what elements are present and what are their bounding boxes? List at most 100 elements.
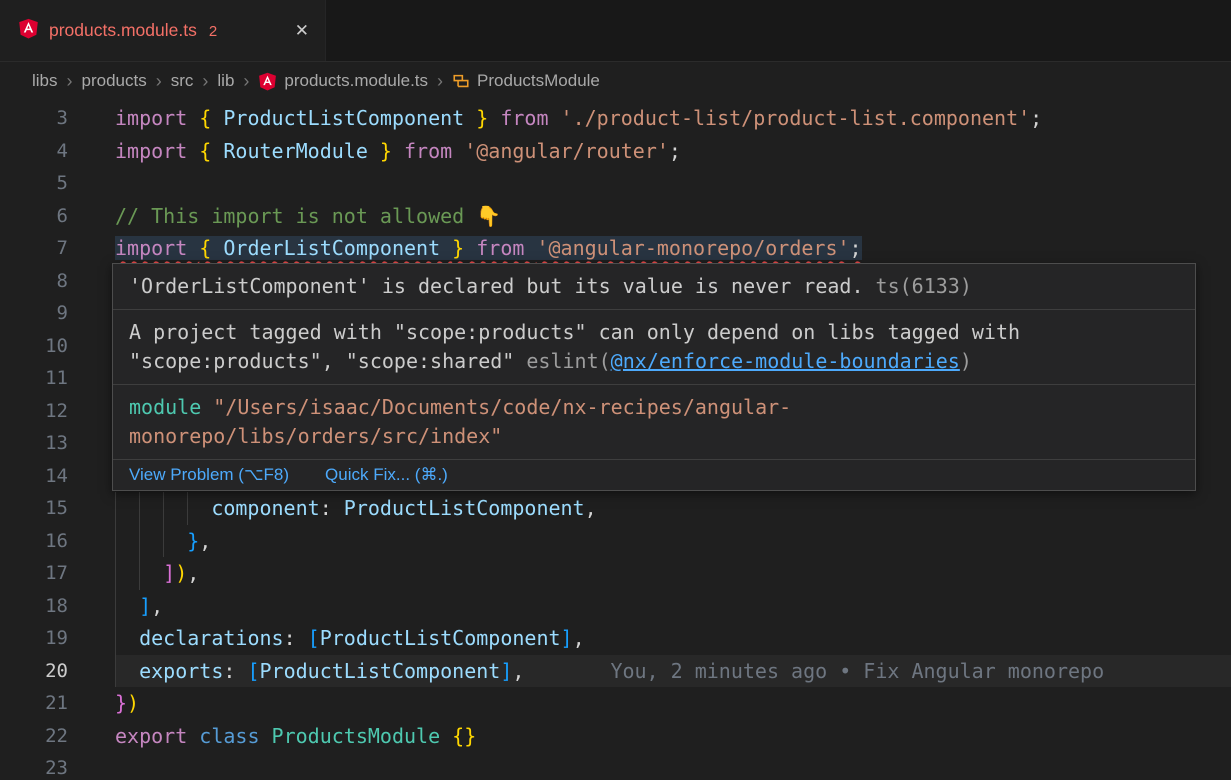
code-token: import [115, 106, 199, 130]
code-token: from [392, 139, 464, 163]
hover-popup: 'OrderListComponent' is declared but its… [112, 263, 1196, 491]
breadcrumb-item-products-module-ts[interactable]: products.module.ts [258, 71, 428, 91]
code-line[interactable]: import { OrderListComponent } from '@ang… [115, 232, 1231, 265]
code-token: 👇 [476, 204, 501, 228]
code-token: ProductListComponent [344, 496, 585, 520]
code-line-text: exports: [ProductListComponent], [139, 659, 524, 683]
code-line[interactable] [115, 752, 1231, 780]
code-line[interactable]: import { RouterModule } from '@angular/r… [115, 135, 1231, 168]
line-number: 6 [0, 200, 68, 233]
code-line[interactable]: ]), [115, 557, 1231, 590]
breadcrumb-item-src[interactable]: src [171, 71, 194, 91]
code-token: , [151, 594, 163, 618]
code-token: {} [452, 724, 476, 748]
indent-guide [115, 492, 139, 525]
code-token: ] [163, 561, 175, 585]
code-line-text: import { RouterModule } from '@angular/r… [115, 139, 681, 163]
code-line[interactable]: }) [115, 687, 1231, 720]
breadcrumb-item-lib[interactable]: lib [217, 71, 234, 91]
code-token: , [512, 659, 524, 683]
code-line[interactable]: declarations: [ProductListComponent], [115, 622, 1231, 655]
code-token: : [320, 496, 344, 520]
code-token: '@angular-monorepo/orders' [536, 236, 849, 260]
tab-products-module[interactable]: products.module.ts 2 ✕ [0, 0, 326, 61]
code-token: from [488, 106, 560, 130]
code-token: import [115, 236, 199, 260]
code-line-text: import { OrderListComponent } from '@ang… [115, 236, 862, 260]
line-number: 20 [0, 655, 68, 688]
code-token: ) [175, 561, 187, 585]
gutter[interactable]: 34567891011121314151617181920212223 [0, 102, 68, 780]
tab-bar: products.module.ts 2 ✕ [0, 0, 1231, 62]
code-line[interactable]: ], [115, 590, 1231, 623]
code-line-text: }) [115, 691, 139, 715]
code-token: ProductListComponent [211, 106, 476, 130]
breadcrumb-item-libs[interactable]: libs [32, 71, 58, 91]
tab-title: products.module.ts [49, 20, 197, 41]
indent-guide [115, 590, 139, 623]
code-token: } [452, 236, 464, 260]
code-line-text: declarations: [ProductListComponent], [139, 626, 585, 650]
quick-fix-link[interactable]: Quick Fix... (⌘.) [325, 464, 448, 486]
code-token: ] [500, 659, 512, 683]
breadcrumb-label: products [82, 71, 147, 91]
code-line-text: ], [139, 594, 163, 618]
code-line[interactable]: component: ProductListComponent, [115, 492, 1231, 525]
breadcrumb-separator-icon: › [437, 71, 443, 92]
breadcrumb-separator-icon: › [156, 71, 162, 92]
indent-guide [115, 525, 139, 558]
code-token: } [380, 139, 392, 163]
view-problem-link[interactable]: View Problem (⌥F8) [129, 464, 289, 486]
code-line-text: ]), [163, 561, 199, 585]
breadcrumb-label: src [171, 71, 194, 91]
code-token: , [187, 561, 199, 585]
code-line[interactable]: exports: [ProductListComponent], You, 2 m… [115, 655, 1231, 688]
code-token: declarations [139, 626, 284, 650]
git-blame-annotation: You, 2 minutes ago • Fix Angular monorep… [610, 659, 1104, 683]
code-line[interactable]: // This import is not allowed 👇 [115, 200, 1231, 233]
breadcrumb-item-productsmodule[interactable]: ProductsModule [452, 71, 600, 91]
editor[interactable]: 34567891011121314151617181920212223 impo… [0, 100, 1231, 780]
code-line[interactable]: export class ProductsModule {} [115, 720, 1231, 753]
line-number: 3 [0, 102, 68, 135]
hover-module-info: module"/Users/isaac/Documents/code/nx-re… [113, 385, 1195, 460]
breadcrumb-label: libs [32, 71, 58, 91]
indent-guide [163, 525, 187, 558]
hover-actions: View Problem (⌥F8) Quick Fix... (⌘.) [113, 460, 1195, 490]
code-line-text: }, [187, 529, 211, 553]
breadcrumb-item-products[interactable]: products [82, 71, 147, 91]
code-token: , [585, 496, 597, 520]
code-token: from [464, 236, 536, 260]
module-path-line1: module"/Users/isaac/Documents/code/nx-re… [129, 393, 1179, 422]
code-token: , [573, 626, 585, 650]
indent-guide [139, 492, 163, 525]
code-token: ] [139, 594, 151, 618]
code-token: ; [1030, 106, 1042, 130]
eslint-rule-link[interactable]: @nx/enforce-module-boundaries [611, 349, 960, 373]
line-number: 18 [0, 590, 68, 623]
line-number: 4 [0, 135, 68, 168]
code-line-text: import { ProductListComponent } from './… [115, 106, 1042, 130]
module-path-line2: monorepo/libs/orders/src/index" [129, 422, 1179, 451]
ts-diagnostic-code: ts(6133) [876, 274, 972, 298]
code-line-text: export class ProductsModule {} [115, 724, 476, 748]
code-token: ) [127, 691, 139, 715]
indent-guide [139, 525, 163, 558]
line-number: 17 [0, 557, 68, 590]
indent-guide [163, 492, 187, 525]
code-line[interactable] [115, 167, 1231, 200]
code-token: { [199, 106, 211, 130]
tab-problems-badge: 2 [209, 23, 217, 40]
line-number: 5 [0, 167, 68, 200]
code-line[interactable]: }, [115, 525, 1231, 558]
code-token: class [199, 724, 271, 748]
close-icon[interactable]: ✕ [295, 21, 309, 41]
code-line[interactable]: import { ProductListComponent } from './… [115, 102, 1231, 135]
indent-guide [139, 557, 163, 590]
line-number: 22 [0, 720, 68, 753]
line-number: 7 [0, 232, 68, 265]
breadcrumb-label: lib [217, 71, 234, 91]
code-token: ProductListComponent [320, 626, 561, 650]
code-token: ProductListComponent [260, 659, 501, 683]
line-number: 16 [0, 525, 68, 558]
